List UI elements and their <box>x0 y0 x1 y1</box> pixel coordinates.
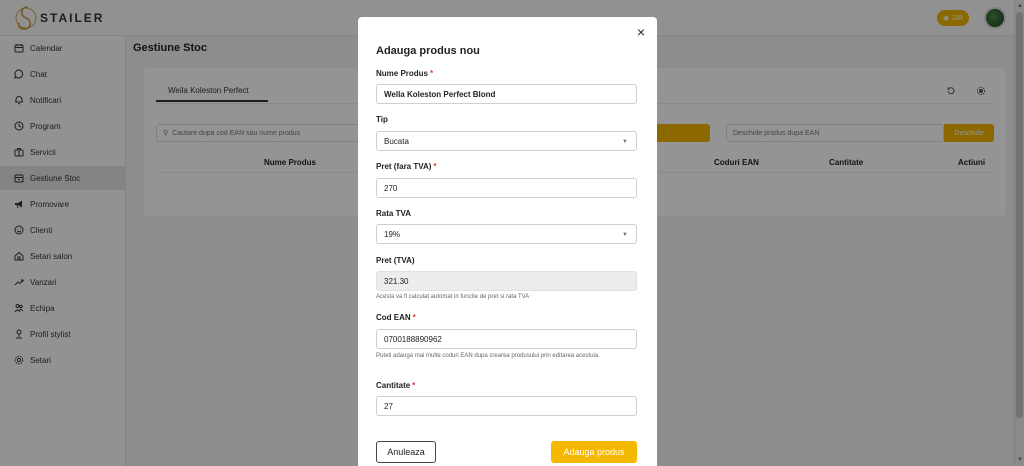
vat-rate-select[interactable]: 19% ▼ <box>376 224 637 244</box>
price-label-text: Pret (fara TVA) <box>376 162 432 171</box>
quantity-input[interactable]: 27 <box>376 396 637 416</box>
add-product-submit-button[interactable]: Adauga produs <box>551 441 637 463</box>
type-select-value: Bucata <box>384 136 409 146</box>
close-icon[interactable]: × <box>634 25 648 39</box>
product-name-input[interactable]: Wella Koleston Perfect Blond <box>376 84 637 104</box>
ean-label-text: Cod EAN <box>376 313 411 322</box>
add-product-modal: × Adauga produs nou Nume Produs * Wella K… <box>358 17 657 466</box>
chevron-down-icon: ▼ <box>622 139 628 145</box>
price-vat-helper: Acesta va fi calculat automat in functie… <box>376 294 530 300</box>
cancel-button[interactable]: Anuleaza <box>376 441 436 463</box>
required-mark: * <box>430 69 434 78</box>
price-label: Pret (fara TVA) * <box>376 162 437 171</box>
quantity-label-text: Cantitate <box>376 381 411 390</box>
required-mark: * <box>433 162 437 171</box>
name-label-text: Nume Produs <box>376 69 429 78</box>
price-input[interactable]: 270 <box>376 178 637 198</box>
price-vat-label: Pret (TVA) <box>376 256 415 265</box>
required-mark: * <box>412 313 416 322</box>
quantity-label: Cantitate * <box>376 381 415 390</box>
modal-title: Adauga produs nou <box>376 45 480 57</box>
required-mark: * <box>412 381 416 390</box>
type-label: Tip <box>376 115 388 124</box>
ean-label: Cod EAN * <box>376 313 416 322</box>
chevron-down-icon: ▼ <box>622 232 628 238</box>
price-vat-input: 321.30 <box>376 271 637 291</box>
ean-helper: Puteti adauga mai multe coduri EAN dupa … <box>376 353 600 359</box>
vat-rate-value: 19% <box>384 229 401 239</box>
ean-input[interactable]: 0700188890962 <box>376 329 637 349</box>
name-label: Nume Produs * <box>376 69 433 78</box>
vat-rate-label: Rata TVA <box>376 209 411 218</box>
type-select[interactable]: Bucata ▼ <box>376 131 637 151</box>
